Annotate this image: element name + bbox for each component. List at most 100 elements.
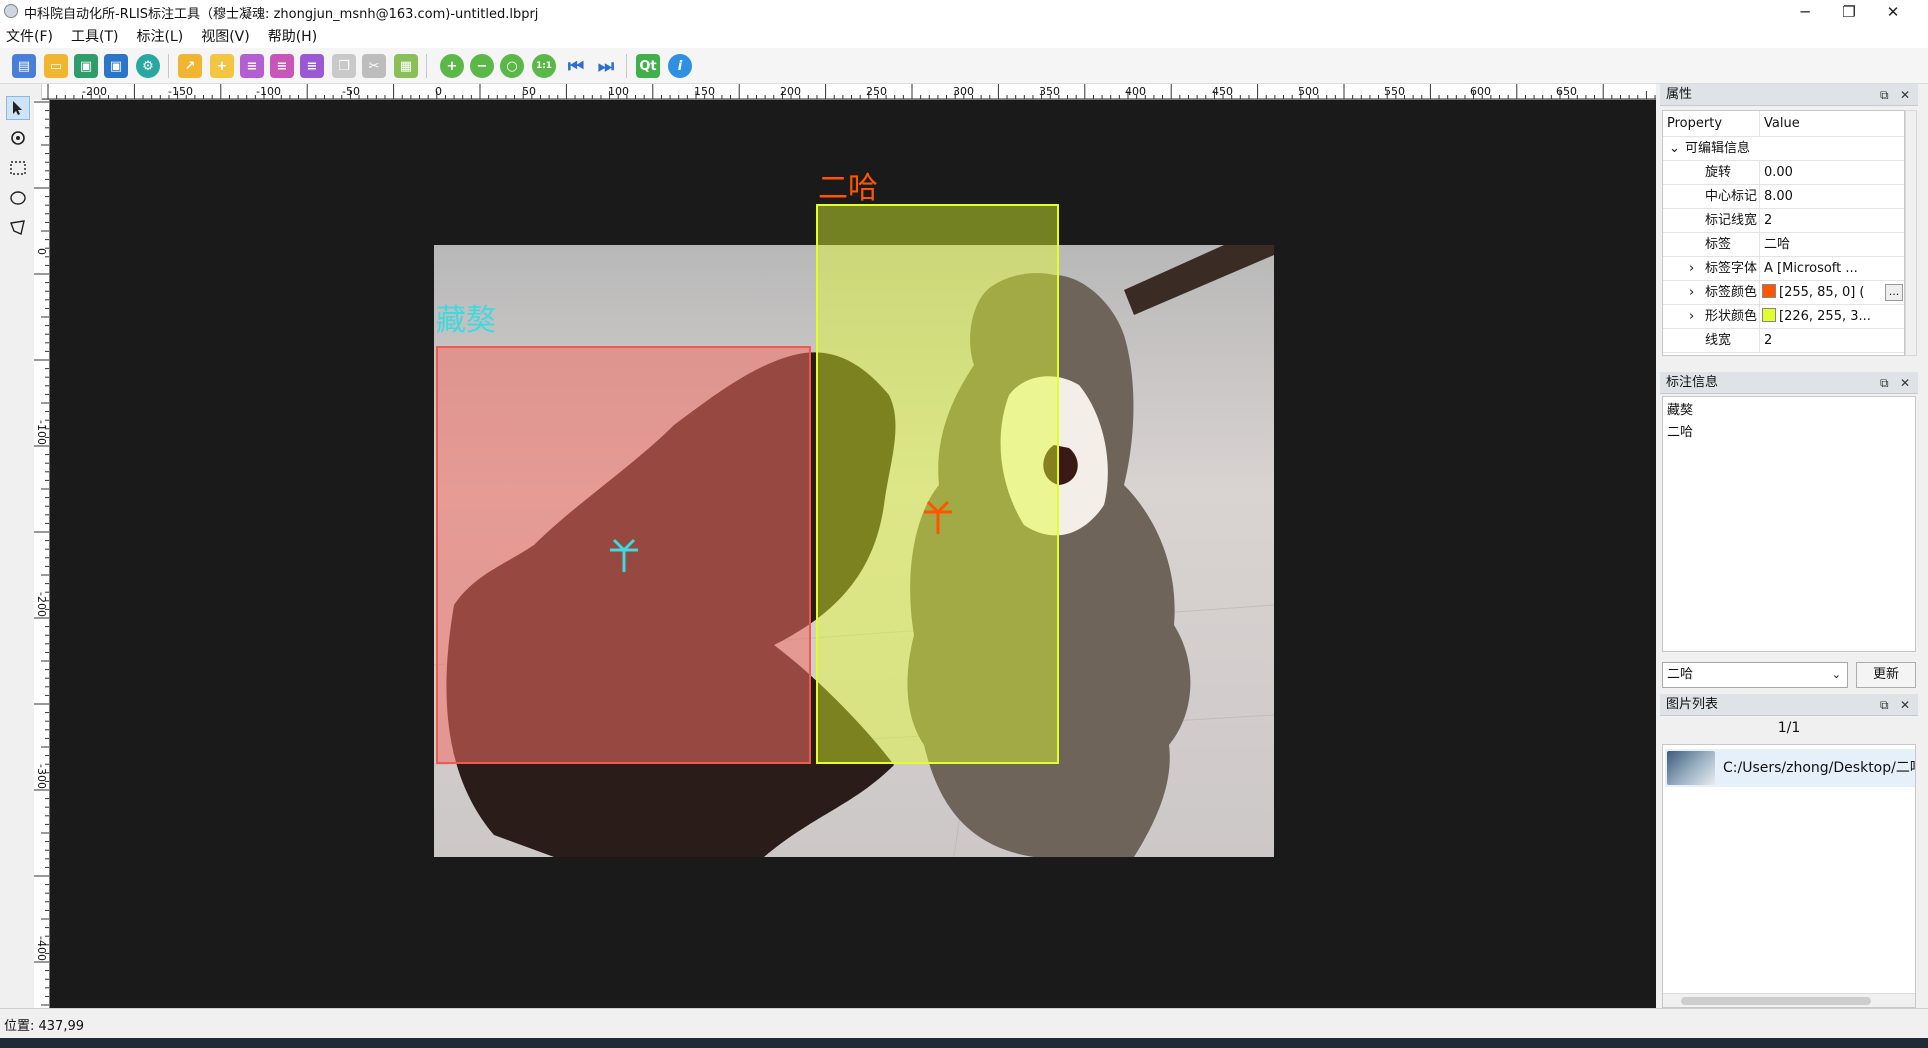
paste-icon[interactable]: ▦ (394, 54, 418, 78)
property-value: [255, 85, 0] ( (1779, 285, 1865, 300)
property-row[interactable]: › 标签字体 A [Microsoft ... (1663, 257, 1904, 281)
app-icon (4, 4, 18, 18)
last-image-icon[interactable]: ⏭ (594, 54, 618, 78)
ruler-label: -200 (35, 592, 48, 617)
list-item[interactable]: 藏獒 (1667, 400, 1911, 422)
ruler-label: 150 (694, 85, 715, 98)
first-image-icon[interactable]: ⏮ (564, 54, 588, 78)
update-button[interactable]: 更新 (1856, 662, 1916, 688)
ruler-label: 200 (780, 85, 801, 98)
property-value-cell[interactable]: [255, 85, 0] ( (1759, 281, 1904, 305)
property-value[interactable]: 2 (1759, 209, 1904, 233)
settings-icon[interactable]: ⚙ (136, 54, 160, 78)
close-icon[interactable]: ✕ (1900, 694, 1910, 716)
property-name: 线宽 (1705, 333, 1732, 348)
add-layer-icon[interactable]: ≡ (240, 54, 264, 78)
color-picker-button[interactable]: ... (1885, 284, 1903, 301)
menu-file[interactable]: 文件(F) (6, 26, 53, 46)
image-panel-header: 图片列表 ⧉ ✕ (1660, 694, 1918, 716)
toolbar: ▤ ▭ ▣ ▣ ⚙ ↗ + ≡ ≡ ≡ ❐ ✂ ▦ + − ○ 1:1 ⏮ ⏭ … (0, 48, 1928, 84)
ellipse-tool-icon[interactable] (6, 186, 30, 210)
chevron-right-icon[interactable]: › (1689, 281, 1694, 305)
menu-label[interactable]: 标注(L) (136, 26, 183, 46)
new-file-icon[interactable]: ▤ (12, 54, 36, 78)
pointer-tool-icon[interactable] (6, 96, 30, 120)
chevron-right-icon[interactable]: › (1689, 257, 1694, 281)
property-name: 标签 (1705, 237, 1732, 252)
annotation-center-marker[interactable] (607, 538, 641, 572)
qt-icon[interactable]: Qt (636, 54, 660, 78)
properties-panel-title: 属性 (1666, 87, 1693, 102)
ruler-label: 250 (866, 85, 887, 98)
menu-help[interactable]: 帮助(H) (268, 26, 317, 46)
ruler-label: 0 (35, 248, 48, 255)
minimize-button[interactable]: ─ (1782, 0, 1828, 24)
annotation-box-husky[interactable] (816, 204, 1059, 764)
ruler-label: -400 (35, 936, 48, 961)
property-value[interactable]: 2 (1759, 329, 1904, 353)
rotate-tool-icon[interactable] (6, 126, 30, 150)
ruler-label: 450 (1212, 85, 1233, 98)
toolbar-separator (168, 54, 169, 78)
move-layer-icon[interactable]: ≡ (300, 54, 324, 78)
menu-tools[interactable]: 工具(T) (71, 26, 118, 46)
ruler-label: 600 (1470, 85, 1491, 98)
property-row[interactable]: › 标签颜色 [255, 85, 0] ( ... (1663, 281, 1904, 305)
zoom-in-icon[interactable]: + (440, 54, 464, 78)
open-folder-icon[interactable]: ▭ (44, 54, 68, 78)
close-button[interactable]: ✕ (1870, 0, 1916, 24)
remove-layer-icon[interactable]: ≡ (270, 54, 294, 78)
property-header-row: Property Value (1663, 111, 1904, 137)
image-list: C:/Users/zhong/Desktop/二哈 (1662, 744, 1916, 1008)
save-icon[interactable]: ▣ (74, 54, 98, 78)
vertical-ruler: 0 -100 -200 -300 -400 (34, 100, 50, 1008)
chevron-right-icon[interactable]: › (1689, 305, 1694, 329)
property-value[interactable]: 二哈 (1759, 233, 1904, 257)
annotation-center-marker[interactable] (921, 500, 955, 534)
property-row[interactable]: 线宽 2 (1663, 329, 1904, 353)
add-folder-icon[interactable]: + (210, 54, 234, 78)
zoom-out-icon[interactable]: − (470, 54, 494, 78)
zoom-fit-icon[interactable]: ○ (500, 54, 524, 78)
open-dir-icon[interactable]: ↗ (178, 54, 202, 78)
property-row[interactable]: 中心标记 8.00 (1663, 185, 1904, 209)
maximize-button[interactable]: ❐ (1826, 0, 1872, 24)
float-icon[interactable]: ⧉ (1880, 694, 1889, 716)
property-row[interactable]: 标记线宽 2 (1663, 209, 1904, 233)
image-list-item[interactable]: C:/Users/zhong/Desktop/二哈 (1665, 749, 1916, 787)
property-value[interactable]: 8.00 (1759, 185, 1904, 209)
property-row[interactable]: › 形状颜色 [226, 255, 3... (1663, 305, 1904, 329)
property-value[interactable]: A [Microsoft ... (1759, 257, 1904, 281)
image-canvas[interactable]: 藏獒 二哈 (50, 100, 1656, 1008)
close-icon[interactable]: ✕ (1900, 372, 1910, 394)
scrollbar-thumb[interactable] (1681, 997, 1871, 1005)
ruler-label: -200 (82, 85, 107, 98)
property-row[interactable]: 旋转 0.00 (1663, 161, 1904, 185)
float-icon[interactable]: ⧉ (1880, 84, 1889, 106)
polygon-tool-icon[interactable] (6, 216, 30, 240)
property-value-cell[interactable]: [226, 255, 3... (1759, 305, 1904, 329)
annotation-panel-title: 标注信息 (1666, 375, 1719, 390)
float-icon[interactable]: ⧉ (1880, 372, 1889, 394)
zoom-1to1-icon[interactable]: 1:1 (532, 54, 556, 78)
image-path: C:/Users/zhong/Desktop/二哈 (1723, 760, 1916, 776)
close-icon[interactable]: ✕ (1900, 84, 1910, 106)
label-select[interactable]: 二哈 ⌄ (1662, 662, 1848, 688)
info-icon[interactable]: i (668, 54, 692, 78)
rectangle-tool-icon[interactable] (6, 156, 30, 180)
image-list-scrollbar[interactable] (1663, 993, 1915, 1007)
ruler-label: -100 (256, 85, 281, 98)
image-counter: 1/1 (1777, 720, 1801, 736)
property-row[interactable]: 标签 二哈 (1663, 233, 1904, 257)
property-scrollbar[interactable] (1905, 110, 1917, 356)
property-name: 形状颜色 (1705, 309, 1758, 324)
menu-view[interactable]: 视图(V) (201, 26, 250, 46)
list-item[interactable]: 二哈 (1667, 422, 1911, 444)
save-as-icon[interactable]: ▣ (104, 54, 128, 78)
property-group-row[interactable]: ⌄ 可编辑信息 (1663, 137, 1904, 161)
copy-icon[interactable]: ❐ (332, 54, 356, 78)
chevron-down-icon[interactable]: ⌄ (1669, 137, 1680, 161)
cut-icon[interactable]: ✂ (362, 54, 386, 78)
property-value[interactable]: 0.00 (1759, 161, 1904, 185)
annotation-list: 藏獒 二哈 (1662, 396, 1916, 652)
